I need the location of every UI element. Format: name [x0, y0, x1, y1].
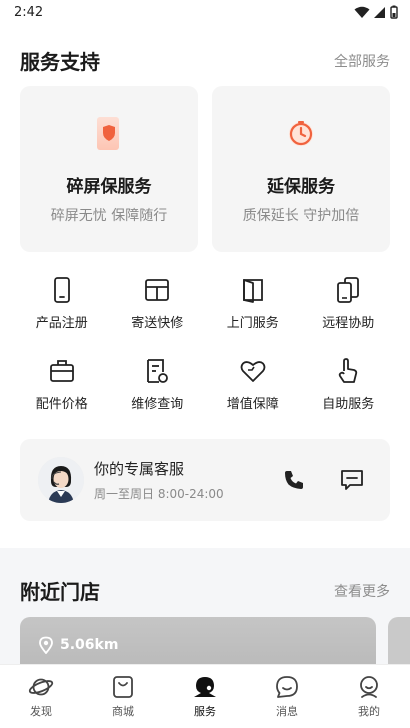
card-subtitle: 碎屏无忧 保障随行	[50, 208, 168, 224]
stores-header: 附近门店 查看更多	[20, 576, 390, 605]
tab-label: 我的	[358, 705, 380, 718]
repair-status-button[interactable]: 维修查询	[110, 357, 206, 412]
wifi-icon	[354, 6, 370, 18]
screen-protection-card[interactable]: 碎屏保服务 碎屏无忧 保障随行	[20, 86, 198, 252]
tab-label: 商城	[112, 705, 134, 718]
tab-mall[interactable]: 商城	[82, 665, 164, 728]
heart-icon	[240, 361, 266, 382]
onsite-service-button[interactable]: 上门服务	[205, 276, 301, 331]
clock-icon	[289, 121, 313, 146]
grid-label: 寄送快修	[131, 316, 184, 331]
self-service-button[interactable]: 自助服务	[301, 357, 397, 412]
tab-messages[interactable]: 消息	[246, 665, 328, 728]
stores-title: 附近门店	[20, 580, 100, 604]
tab-label: 发现	[30, 705, 52, 718]
grid-label: 配件价格	[35, 397, 88, 412]
person-icon	[360, 676, 378, 698]
status-bar: 2:42	[0, 0, 410, 24]
bottom-tab-bar: 发现 商城 服务 消息 我的	[0, 664, 410, 728]
signal-icon	[374, 6, 385, 18]
planet-icon	[28, 678, 54, 696]
tab-service[interactable]: 服务	[164, 665, 246, 728]
tab-label: 服务	[194, 705, 216, 718]
status-time: 2:42	[14, 4, 44, 20]
remote-assistance-button[interactable]: 远程协助	[301, 276, 397, 331]
agent-avatar	[38, 457, 84, 503]
support-header: 服务支持 全部服务	[20, 46, 390, 75]
phone-call-icon	[285, 471, 303, 489]
battery-icon	[390, 5, 398, 19]
tab-discover[interactable]: 发现	[0, 665, 82, 728]
tab-me[interactable]: 我的	[328, 665, 410, 728]
mail-in-repair-button[interactable]: 寄送快修	[110, 276, 206, 331]
repair-doc-icon	[147, 359, 169, 383]
support-title: 服务支持	[20, 50, 100, 74]
bag-icon	[113, 676, 133, 698]
call-button[interactable]	[274, 460, 314, 500]
accessory-prices-button[interactable]: 配件价格	[14, 357, 110, 412]
exclusive-agent-card[interactable]: 你的专属客服 周一至周日 8:00-24:00	[20, 439, 390, 521]
extended-warranty-card[interactable]: 延保服务 质保延长 守护加倍	[212, 86, 390, 252]
package-icon	[145, 279, 170, 301]
briefcase-icon	[49, 360, 74, 382]
store-distance: 5.06km	[38, 636, 118, 654]
value-protection-button[interactable]: 增值保障	[205, 357, 301, 412]
tab-label: 消息	[276, 705, 298, 718]
service-grid-row-2: 配件价格 维修查询 增值保障 自助服务	[14, 357, 396, 412]
distance-value: 5.06km	[60, 637, 119, 653]
card-title: 延保服务	[267, 177, 335, 197]
chat-button[interactable]	[332, 460, 372, 500]
card-subtitle: 质保延长 守护加倍	[242, 208, 360, 224]
phone-icon	[53, 277, 70, 303]
shield-phone-icon	[97, 117, 119, 150]
grid-label: 维修查询	[131, 397, 184, 412]
product-registration-button[interactable]: 产品注册	[14, 276, 110, 331]
agent-hours: 周一至周日 8:00-24:00	[94, 487, 224, 501]
chat-icon	[276, 676, 298, 698]
remote-devices-icon	[337, 277, 360, 303]
service-grid-row-1: 产品注册 寄送快修 上门服务 远程协助	[14, 276, 396, 331]
card-title: 碎屏保服务	[66, 177, 152, 197]
grid-label: 产品注册	[35, 316, 88, 331]
grid-label: 增值保障	[226, 397, 279, 412]
service-icon	[194, 677, 216, 697]
grid-label: 上门服务	[226, 316, 279, 331]
grid-label: 远程协助	[322, 316, 375, 331]
all-services-link[interactable]: 全部服务	[334, 51, 390, 71]
view-more-link[interactable]: 查看更多	[334, 581, 390, 601]
agent-title: 你的专属客服	[94, 460, 185, 478]
agent-avatar-illustration	[38, 457, 84, 503]
message-icon	[341, 470, 363, 490]
location-pin-icon	[39, 636, 53, 654]
status-icons	[354, 5, 398, 19]
hand-pointer-icon	[339, 358, 358, 383]
grid-label: 自助服务	[322, 397, 375, 412]
door-icon	[242, 279, 263, 303]
